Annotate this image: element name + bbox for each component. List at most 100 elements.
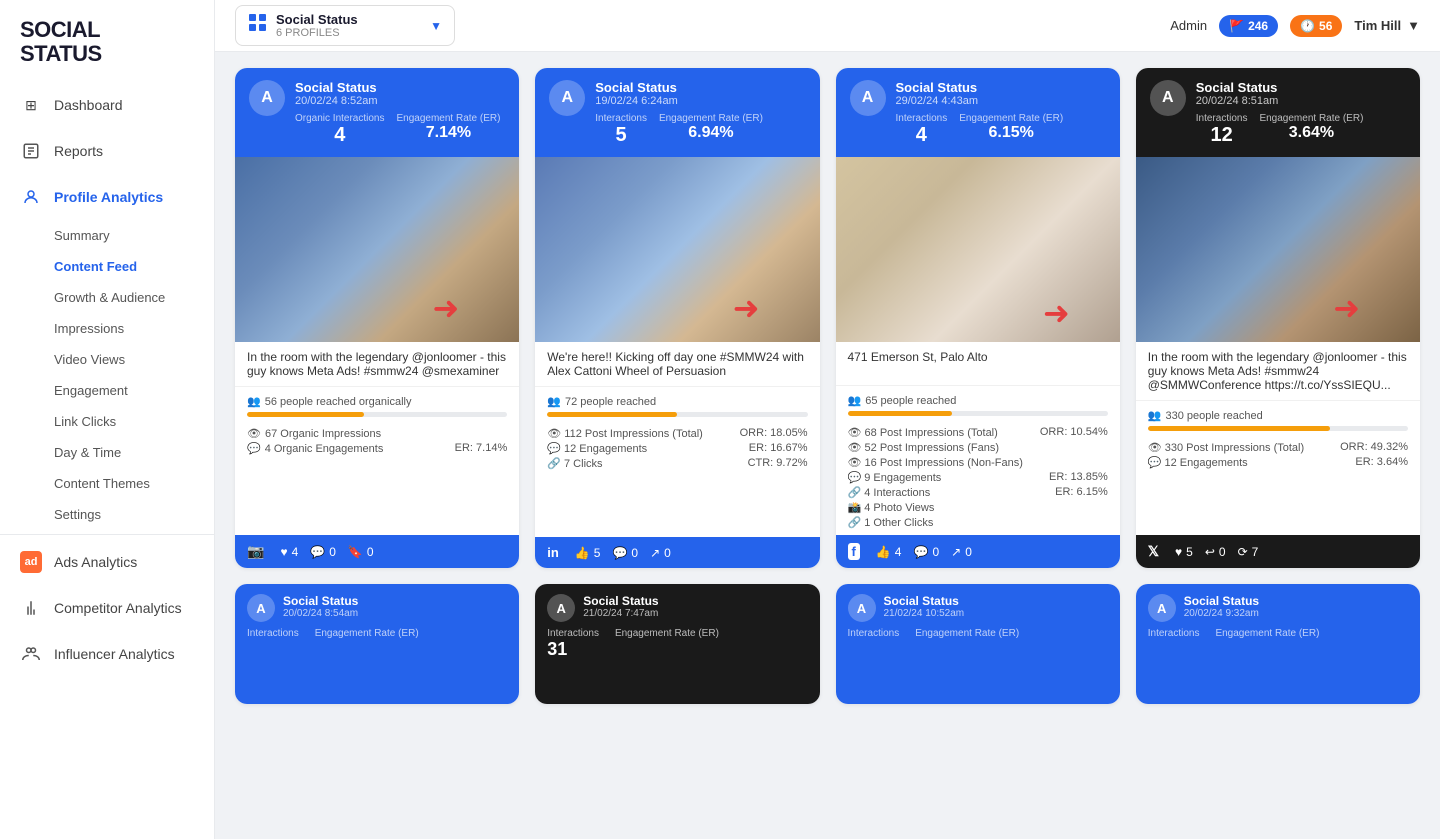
avatar-b1: A — [247, 594, 275, 622]
sidebar-sub-content-feed[interactable]: Content Feed — [54, 251, 214, 282]
twitter-platform-icon: 𝕏 — [1148, 543, 1159, 560]
card-reach-bar-2: 👥 72 people reached — [535, 387, 819, 421]
card-stat-er-2: Engagement Rate (ER) 6.94% — [659, 113, 763, 147]
metric-row-2c: 🔗 7 Clicks CTR: 9.72% — [547, 457, 807, 470]
footer-stat-saves-1: 🔖 0 — [348, 545, 374, 559]
grid-icon — [248, 13, 268, 38]
metric-row-1a: 👁 67 Organic Impressions — [247, 427, 507, 440]
sidebar-item-competitor-analytics[interactable]: Competitor Analytics — [0, 585, 214, 631]
cards-grid-bottom: A Social Status 20/02/24 8:54am Interact… — [235, 584, 1420, 704]
chevron-down-icon: ▼ — [430, 19, 442, 33]
facebook-platform-icon: f — [848, 543, 860, 560]
sidebar-item-label: Influencer Analytics — [54, 646, 175, 662]
card-stat-interactions-4: Interactions 12 — [1196, 113, 1248, 147]
avatar-3: A — [850, 80, 886, 116]
cards-grid-top: A Social Status 20/02/24 8:52am Organic … — [235, 68, 1420, 568]
share-icon: ↗ — [650, 546, 660, 560]
footer-stat-comments-1: 💬 0 — [310, 545, 336, 559]
content-area: A Social Status 20/02/24 8:52am Organic … — [215, 52, 1440, 839]
card-stat-interactions-1: Organic Interactions 4 — [295, 113, 385, 147]
metric-row-3g: 🔗 1 Other Clicks — [848, 516, 1108, 529]
card-header-3: A Social Status 29/02/24 4:43am Interact… — [836, 68, 1120, 157]
card-name-4: Social Status — [1196, 80, 1406, 95]
card-stats-2: Interactions 5 Engagement Rate (ER) 6.94… — [595, 113, 805, 147]
card-header-inner-b4: A Social Status 20/02/24 9:32am — [1148, 594, 1408, 622]
sidebar-item-influencer-analytics[interactable]: Influencer Analytics — [0, 631, 214, 677]
reach-bar-bg-4 — [1148, 426, 1408, 431]
card-date-3: 29/02/24 4:43am — [896, 95, 1106, 107]
influencer-analytics-icon — [20, 643, 42, 665]
thumbs-up-icon-3: 👍 — [876, 545, 891, 559]
reach-label-4: 👥 330 people reached — [1148, 409, 1408, 422]
avatar-b3: A — [848, 594, 876, 622]
avatar-b4: A — [1148, 594, 1176, 622]
post-card-1: A Social Status 20/02/24 8:52am Organic … — [235, 68, 519, 568]
card-image-2: ➜ — [535, 157, 819, 342]
card-caption-2: We're here!! Kicking off day one #SMMW24… — [535, 342, 819, 387]
card-stat-er-1: Engagement Rate (ER) 7.14% — [397, 113, 501, 147]
metric-row-1b: 💬 4 Organic Engagements ER: 7.14% — [247, 442, 507, 455]
card-stats-1: Organic Interactions 4 Engagement Rate (… — [295, 113, 505, 147]
card-date-1: 20/02/24 8:52am — [295, 95, 505, 107]
sidebar-item-label: Reports — [54, 143, 103, 159]
card-header-bottom-1: A Social Status 20/02/24 8:54am Interact… — [235, 584, 519, 704]
card-header-inner-b2: A Social Status 21/02/24 7:47am — [547, 594, 807, 622]
footer-stat-comments-3: 💬 0 — [913, 545, 939, 559]
card-stats-4: Interactions 12 Engagement Rate (ER) 3.6… — [1196, 113, 1406, 147]
footer-stat-likes-3: 👍 4 — [876, 545, 902, 559]
chat-icon: 💬 — [247, 442, 261, 455]
reach-bar-fill-4 — [1148, 426, 1330, 431]
sidebar-sub-day-time[interactable]: Day & Time — [54, 437, 214, 468]
competitor-analytics-icon — [20, 597, 42, 619]
ads-analytics-icon: ad — [20, 551, 42, 573]
card-name-2: Social Status — [595, 80, 805, 95]
metric-row-4b: 💬 12 Engagements ER: 3.64% — [1148, 456, 1408, 469]
sidebar-item-label: Dashboard — [54, 97, 123, 113]
card-image-1: ➜ — [235, 157, 519, 342]
card-caption-4: In the room with the legendary @jonloome… — [1136, 342, 1420, 401]
avatar-1: A — [249, 80, 285, 116]
card-footer-1: 📷 ♥ 4 💬 0 🔖 0 — [235, 535, 519, 568]
profile-analytics-icon — [20, 186, 42, 208]
profile-selector[interactable]: Social Status 6 PROFILES ▼ — [235, 5, 455, 46]
bottom-stat-interactions-b3: Interactions — [848, 628, 900, 639]
card-meta-4: Social Status 20/02/24 8:51am Interactio… — [1196, 80, 1406, 147]
sidebar-sub-video-views[interactable]: Video Views — [54, 344, 214, 375]
sidebar-item-dashboard[interactable]: ⊞ Dashboard — [0, 82, 214, 128]
bottom-card-stats-b4: Interactions Engagement Rate (ER) — [1148, 628, 1408, 639]
card-reach-bar-4: 👥 330 people reached — [1136, 401, 1420, 435]
footer-stat-retweets-4: ↩ 0 — [1205, 545, 1226, 559]
card-image-4: ➜ — [1136, 157, 1420, 342]
topbar: Social Status 6 PROFILES ▼ Admin 🚩 246 🕐… — [215, 0, 1440, 52]
sidebar-sub-summary[interactable]: Summary — [54, 220, 214, 251]
reach-label-3: 👥 65 people reached — [848, 394, 1108, 407]
card-name-1: Social Status — [295, 80, 505, 95]
bottom-stat-er-b2: Engagement Rate (ER) — [615, 628, 719, 660]
sidebar-sub-link-clicks[interactable]: Link Clicks — [54, 406, 214, 437]
bookmark-icon: 🔖 — [348, 545, 363, 559]
notification-badge-flag[interactable]: 🚩 246 — [1219, 15, 1278, 37]
sidebar-sub-growth-audience[interactable]: Growth & Audience — [54, 282, 214, 313]
bottom-stat-er-b4: Engagement Rate (ER) — [1215, 628, 1319, 639]
main-area: Social Status 6 PROFILES ▼ Admin 🚩 246 🕐… — [215, 0, 1440, 839]
metric-row-2b: 💬 12 Engagements ER: 16.67% — [547, 442, 807, 455]
card-reach-bar-1: 👥 56 people reached organically — [235, 387, 519, 421]
notification-badge-clock[interactable]: 🕐 56 — [1290, 15, 1342, 37]
sidebar-sub-content-themes[interactable]: Content Themes — [54, 468, 214, 499]
user-menu[interactable]: Tim Hill ▼ — [1354, 18, 1420, 33]
card-caption-1: In the room with the legendary @jonloome… — [235, 342, 519, 387]
people-icon-4: 👥 — [1148, 409, 1162, 422]
reach-bar-bg-1 — [247, 412, 507, 417]
heart-icon-4: ♥ — [1175, 545, 1182, 559]
sidebar-item-reports[interactable]: Reports — [0, 128, 214, 174]
sidebar-item-ads-analytics[interactable]: ad Ads Analytics — [0, 539, 214, 585]
card-metrics-4: 👁 330 Post Impressions (Total) ORR: 49.3… — [1136, 435, 1420, 535]
footer-stat-quotes-4: ⟳ 7 — [1238, 545, 1259, 559]
sidebar-sub-impressions[interactable]: Impressions — [54, 313, 214, 344]
sidebar-item-profile-analytics[interactable]: Profile Analytics — [0, 174, 214, 220]
sidebar-sub-engagement[interactable]: Engagement — [54, 375, 214, 406]
red-arrow-icon-2: ➜ — [733, 289, 760, 327]
post-card-bottom-4: A Social Status 20/02/24 9:32am Interact… — [1136, 584, 1420, 704]
sidebar-sub-settings[interactable]: Settings — [54, 499, 214, 530]
reply-icon: ↩ — [1205, 545, 1215, 559]
